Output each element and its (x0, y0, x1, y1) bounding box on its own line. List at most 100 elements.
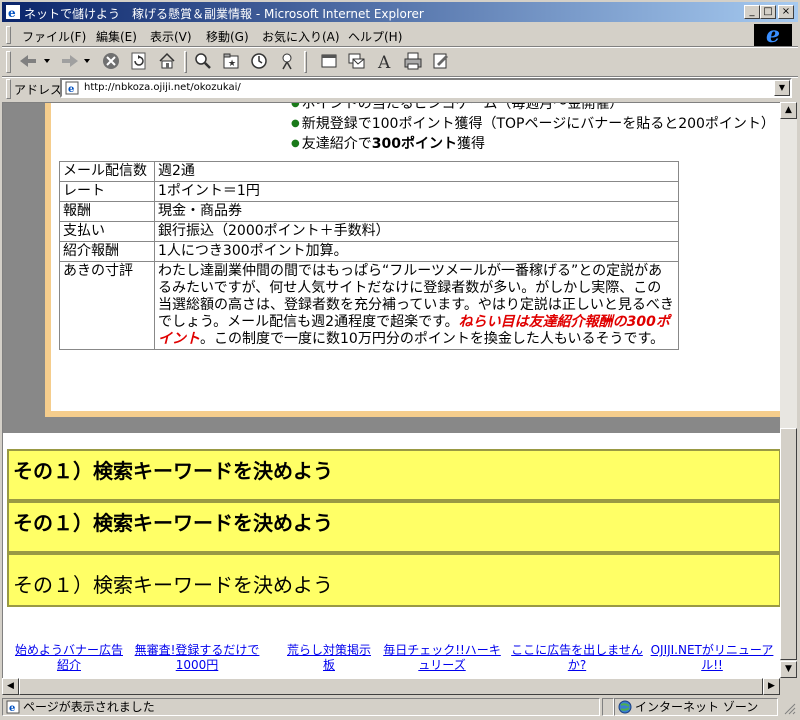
review-text: わたし達副業仲間の間ではもっぱら“フルーツメールが一番稼げる”との定説があるみた… (154, 261, 679, 350)
toolbar: ★ A (2, 48, 798, 76)
table-value: 銀行振込（2000ポイント＋手数料） (154, 221, 679, 242)
menu-edit[interactable]: 編集(E) (96, 28, 137, 45)
scroll-right-icon[interactable]: ▶ (763, 678, 780, 695)
page-icon: e (65, 81, 79, 95)
svg-text:e: e (8, 6, 16, 20)
address-input[interactable]: e http://nbkoza.ojiji.net/okozukai/ ▼ (60, 78, 792, 98)
table-row: レート 1ポイント＝1円 (59, 181, 679, 202)
review-body: 。この制度で一度に数10万円分のポイントを換金した人もいるそうです。 (200, 331, 665, 347)
maximize-button[interactable]: □ (760, 5, 776, 19)
table-row: 報酬 現金・商品券 (59, 201, 679, 222)
feature-text: 獲得 (456, 136, 485, 152)
scroll-left-icon[interactable]: ◀ (2, 678, 19, 695)
home-icon[interactable] (156, 50, 178, 72)
feature-item: ポイントの当たるビンゴゲーム（毎週月～金開催） (291, 103, 775, 115)
table-key: レート (59, 181, 155, 202)
forward-icon[interactable] (58, 50, 96, 72)
status-text-pane: e ページが表示されました (2, 698, 600, 716)
table-row: 支払い 銀行振込（2000ポイント＋手数料） (59, 221, 679, 242)
table-value: 現金・商品券 (154, 201, 679, 222)
footer-link[interactable]: ここに広告を出しませんか? (511, 643, 643, 673)
back-icon[interactable] (16, 50, 54, 72)
svg-text:★: ★ (228, 59, 236, 69)
zone-pane: インターネット ゾーン (614, 698, 778, 716)
address-bar: アドレス e http://nbkoza.ojiji.net/okozukai/… (2, 78, 798, 100)
footer-link[interactable]: OJIJI.NETがリニューアル!! (647, 643, 777, 673)
menu-help[interactable]: ヘルプ(H) (348, 28, 402, 45)
svg-text:e: e (68, 84, 74, 95)
menu-view[interactable]: 表示(V) (150, 28, 192, 45)
globe-icon (618, 700, 632, 714)
toolbar-divider (184, 51, 187, 73)
title-bar[interactable]: e ネットで儲けよう 稼げる懸賞＆副業情報 - Microsoft Intern… (2, 2, 798, 22)
menu-file[interactable]: ファイル(F) (22, 28, 86, 45)
vertical-scroll-thumb[interactable] (780, 428, 797, 660)
scroll-corner (780, 678, 797, 695)
table-key: 支払い (59, 221, 155, 242)
search-icon[interactable] (192, 50, 214, 72)
ie-logo-icon: e (754, 24, 792, 46)
horizontal-scrollbar[interactable]: ◀ ▶ (2, 678, 780, 695)
toolbar-divider (304, 51, 307, 73)
feature-text: 友達紹介で (301, 136, 372, 152)
table-value: 1ポイント＝1円 (154, 181, 679, 202)
edit-icon[interactable] (430, 50, 452, 72)
scroll-down-icon[interactable]: ▼ (780, 661, 797, 678)
heading-text: その１）検索キーワードを決めよう (13, 459, 333, 483)
window-title: ネットで儲けよう 稼げる懸賞＆副業情報 - Microsoft Internet… (24, 7, 424, 21)
print-icon[interactable] (402, 50, 424, 72)
browser-window: e ネットで儲けよう 稼げる懸賞＆副業情報 - Microsoft Intern… (0, 0, 800, 720)
address-dropdown-button[interactable]: ▼ (774, 80, 790, 96)
status-pane-empty (602, 698, 614, 716)
toolbar-grip[interactable] (6, 51, 11, 73)
table-row: メール配信数 週2通 (59, 161, 679, 182)
resize-grip-icon[interactable] (784, 703, 796, 715)
table-key: メール配信数 (59, 161, 155, 182)
heading-text: その１）検索キーワードを決めよう (13, 511, 333, 535)
fullscreen-icon[interactable] (318, 50, 340, 72)
menu-bar: ファイル(F) 編集(E) 表示(V) 移動(G) お気に入り(A) ヘルプ(H… (2, 24, 798, 46)
table-value: 週2通 (154, 161, 679, 182)
table-row: あきの寸評 わたし達副業仲間の間ではもっぱら“フルーツメールが一番稼げる”との定… (59, 261, 679, 350)
heading-text: その１）検索キーワードを決めよう (13, 573, 333, 597)
favorites-icon[interactable]: ★ (220, 50, 242, 72)
refresh-icon[interactable] (128, 50, 150, 72)
mail-icon[interactable] (346, 50, 368, 72)
zone-text: インターネット ゾーン (635, 700, 759, 714)
svg-text:e: e (9, 703, 15, 714)
feature-bold: 300ポイント (371, 136, 457, 152)
section-heading-1: その１）検索キーワードを決めよう (7, 449, 781, 501)
channels-icon[interactable] (276, 50, 298, 72)
menu-grip[interactable] (6, 26, 11, 44)
feature-item: 新規登録で100ポイント獲得（TOPページにバナーを貼ると200ポイント） (291, 115, 775, 135)
horizontal-scroll-thumb[interactable] (19, 678, 763, 695)
footer-link[interactable]: 毎日チェック!!ハーキュリーズ (381, 643, 503, 673)
scroll-up-icon[interactable]: ▲ (780, 102, 797, 119)
table-key: あきの寸評 (59, 261, 155, 350)
info-table: メール配信数 週2通 レート 1ポイント＝1円 報酬 現金・商品券 支払い 銀行振込（2… (59, 161, 679, 350)
stop-icon[interactable] (100, 50, 122, 72)
feature-item: 友達紹介で300ポイント獲得 (291, 135, 775, 155)
address-grip[interactable] (6, 79, 11, 99)
footer-link[interactable]: 無審査!登録するだけで1000円 (131, 643, 263, 673)
table-value: 1人につき300ポイント加算。 (154, 241, 679, 262)
address-url[interactable]: http://nbkoza.ojiji.net/okozukai/ (84, 82, 241, 93)
font-icon[interactable]: A (374, 50, 396, 72)
minimize-button[interactable]: _ (744, 5, 760, 19)
close-button[interactable]: × (778, 5, 794, 19)
footer-link[interactable]: 始めようバナー広告紹介 (13, 643, 125, 673)
history-icon[interactable] (248, 50, 270, 72)
feature-list: ポイントの当たるビンゴゲーム（毎週月～金開催） 新規登録で100ポイント獲得（T… (291, 103, 775, 155)
section-heading-3: その１）検索キーワードを決めよう (7, 553, 781, 607)
table-key: 報酬 (59, 201, 155, 222)
ie-page-icon: e (6, 5, 20, 20)
vertical-scrollbar[interactable]: ▲ ▼ (780, 102, 797, 678)
address-label: アドレス (14, 83, 63, 97)
menu-favorites[interactable]: お気に入り(A) (262, 28, 340, 45)
page-done-icon: e (6, 700, 20, 714)
status-bar: e ページが表示されました インターネット ゾーン (2, 697, 798, 718)
menu-go[interactable]: 移動(G) (206, 28, 249, 45)
svg-text:A: A (377, 53, 391, 70)
footer-link[interactable]: 荒らし対策掲示板 (283, 643, 375, 673)
table-key: 紹介報酬 (59, 241, 155, 262)
